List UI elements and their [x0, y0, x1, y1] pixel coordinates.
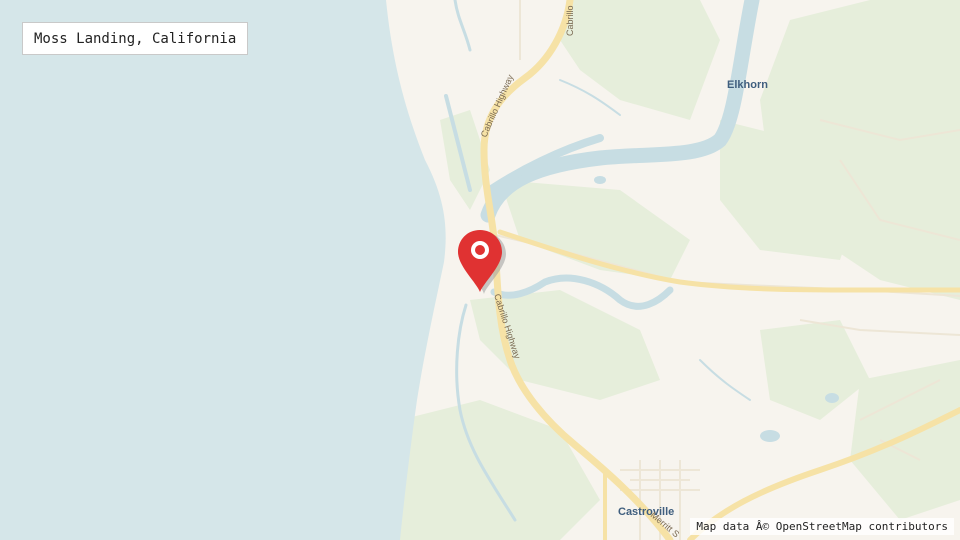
road-label-cabrillo-top: Cabrillo: [565, 5, 575, 36]
map-view[interactable]: Elkhorn Castroville Cabrillo Cabrillo Hi…: [0, 0, 960, 540]
place-label-castroville: Castroville: [618, 506, 674, 518]
place-label-elkhorn: Elkhorn: [727, 79, 768, 91]
location-pin-icon[interactable]: [456, 228, 506, 294]
ocean: [0, 0, 446, 540]
map-title: Moss Landing, California: [22, 22, 249, 55]
map-attribution[interactable]: Map data Â© OpenStreetMap contributors: [690, 518, 954, 535]
